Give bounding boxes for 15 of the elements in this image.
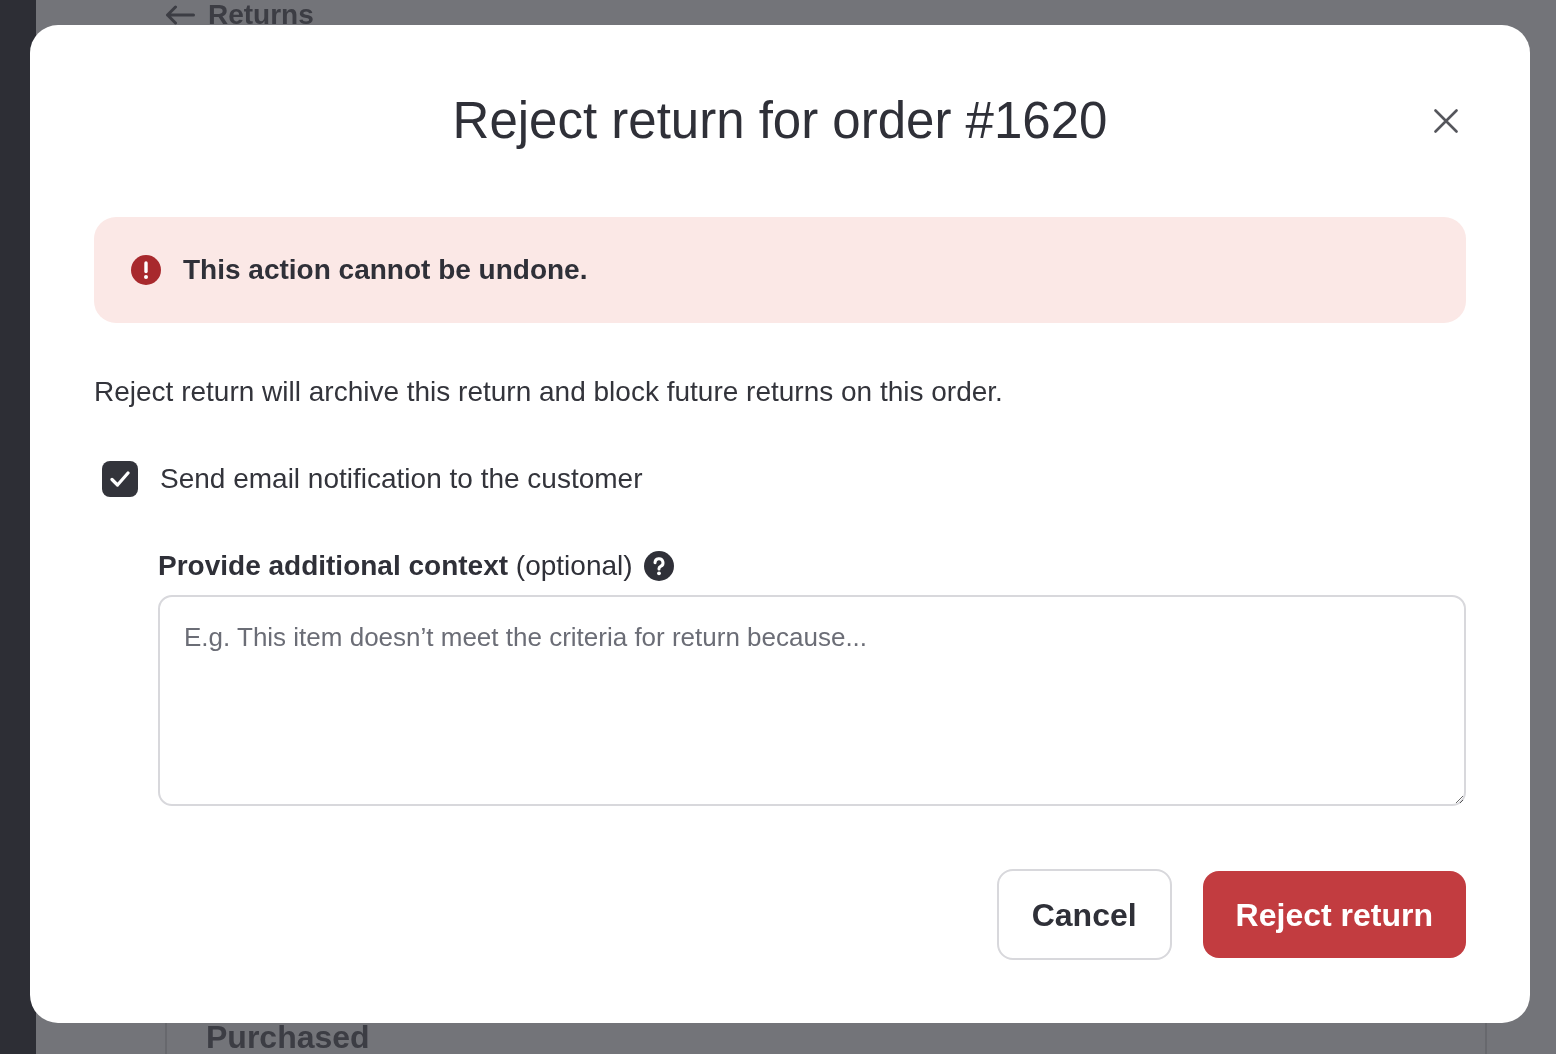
alert-message: This action cannot be undone.: [183, 253, 588, 287]
context-textarea[interactable]: E.g. This item doesn’t meet the criteria for return because...: [158, 595, 1466, 806]
close-icon: [1434, 109, 1458, 133]
dialog-title: Reject return for order #1620: [452, 91, 1108, 151]
checkbox[interactable]: [102, 461, 138, 497]
help-icon[interactable]: [643, 551, 674, 581]
checkbox-label: Send email notification to the customer: [160, 462, 643, 496]
reject-button[interactable]: Reject return: [1202, 871, 1466, 958]
exclamation-icon: [131, 255, 161, 285]
cancel-button[interactable]: Cancel: [996, 869, 1172, 960]
arrow-left-icon: [165, 5, 195, 25]
field-label: Provide additional context (optional): [158, 549, 633, 583]
description-text: Reject return will archive this return and block future returns on this order.: [94, 375, 1004, 409]
checkmark-icon: [110, 471, 130, 487]
section-heading: Purchased: [206, 1021, 371, 1053]
